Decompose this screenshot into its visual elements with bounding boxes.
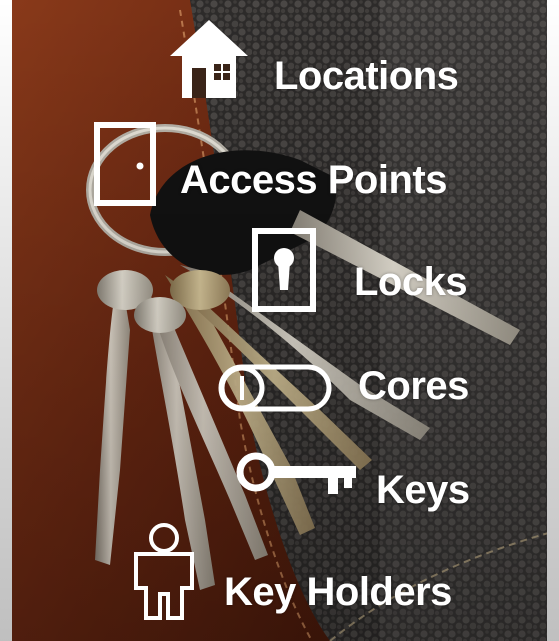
key-holders-label[interactable]: Key Holders: [224, 572, 452, 612]
locations-label[interactable]: Locations: [274, 56, 459, 96]
keys-label[interactable]: Keys: [376, 470, 470, 510]
cores-label[interactable]: Cores: [358, 366, 469, 406]
access-points-label[interactable]: Access Points: [180, 160, 447, 200]
locks-label[interactable]: Locks: [354, 262, 468, 302]
key-hierarchy-graphic: Locations Access Points Locks Cores Keys…: [0, 0, 559, 641]
lock-icon: [252, 228, 316, 312]
person-icon: [134, 523, 194, 620]
door-icon: [94, 122, 156, 206]
key-icon: [236, 452, 356, 494]
house-icon: [170, 20, 248, 98]
core-icon: [218, 364, 332, 412]
